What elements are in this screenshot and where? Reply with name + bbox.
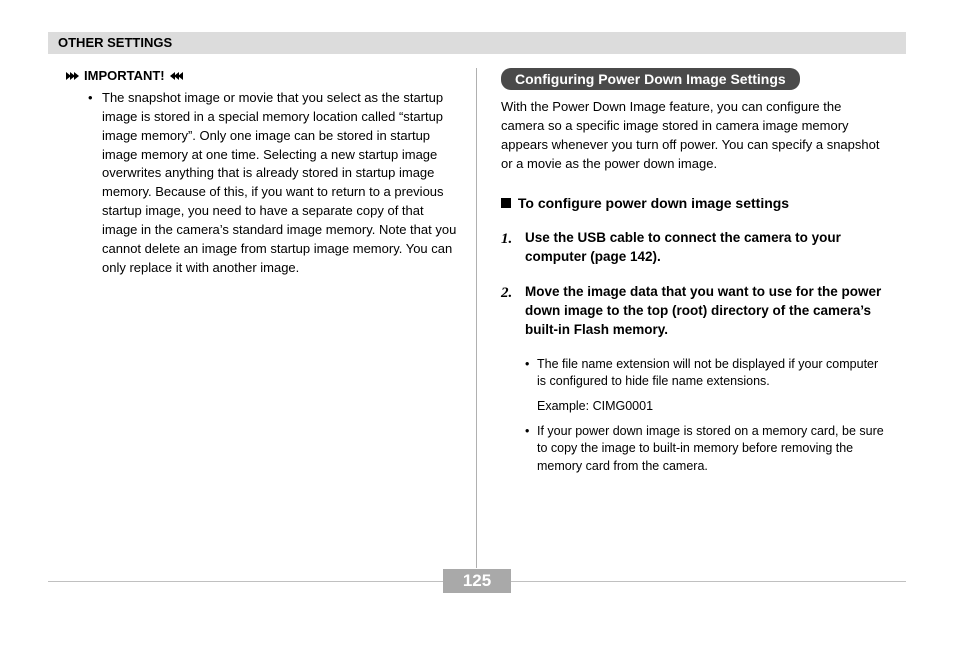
bullet-marker: • [525,423,537,476]
two-column-layout: IMPORTANT! • The snapshot image or movie… [48,68,906,568]
step-number: 2. [501,283,525,340]
step-1: 1. Use the USB cable to connect the came… [501,229,888,267]
step-text: Move the image data that you want to use… [525,283,888,340]
right-column: Configuring Power Down Image Settings Wi… [477,68,906,568]
page-footer: 125 [48,570,906,592]
sub-heading-text: To configure power down image settings [518,195,789,211]
backward-icon [171,72,183,80]
bullet-marker: • [88,89,102,277]
section-title-pill: Configuring Power Down Image Settings [501,68,800,90]
sub-bullet-1: • The file name extension will not be di… [501,356,888,391]
important-heading: IMPORTANT! [66,68,458,83]
intro-paragraph: With the Power Down Image feature, you c… [501,98,888,173]
step-number: 1. [501,229,525,267]
section-header-bar: OTHER SETTINGS [48,32,906,54]
footer-rule-left [48,581,443,582]
manual-page: OTHER SETTINGS IMPORTANT! • The snapshot… [0,0,954,646]
bullet-marker: • [525,356,537,391]
example-line: Example: CIMG0001 [501,399,888,413]
forward-icon [66,72,78,80]
sub-bullet-text: The file name extension will not be disp… [537,356,888,391]
section-header-text: OTHER SETTINGS [58,35,172,50]
important-bullet: • The snapshot image or movie that you s… [66,89,458,277]
sub-bullet-2: • If your power down image is stored on … [501,423,888,476]
important-label: IMPORTANT! [84,68,165,83]
footer-rule-right [511,581,906,582]
step-2: 2. Move the image data that you want to … [501,283,888,340]
left-column: IMPORTANT! • The snapshot image or movie… [48,68,477,568]
sub-heading: To configure power down image settings [501,195,888,211]
square-bullet-icon [501,198,511,208]
page-number-box: 125 [443,569,511,593]
section-title-text: Configuring Power Down Image Settings [515,71,786,87]
sub-bullet-text: If your power down image is stored on a … [537,423,888,476]
page-number: 125 [463,571,491,590]
important-text: The snapshot image or movie that you sel… [102,89,458,277]
step-text: Use the USB cable to connect the camera … [525,229,888,267]
